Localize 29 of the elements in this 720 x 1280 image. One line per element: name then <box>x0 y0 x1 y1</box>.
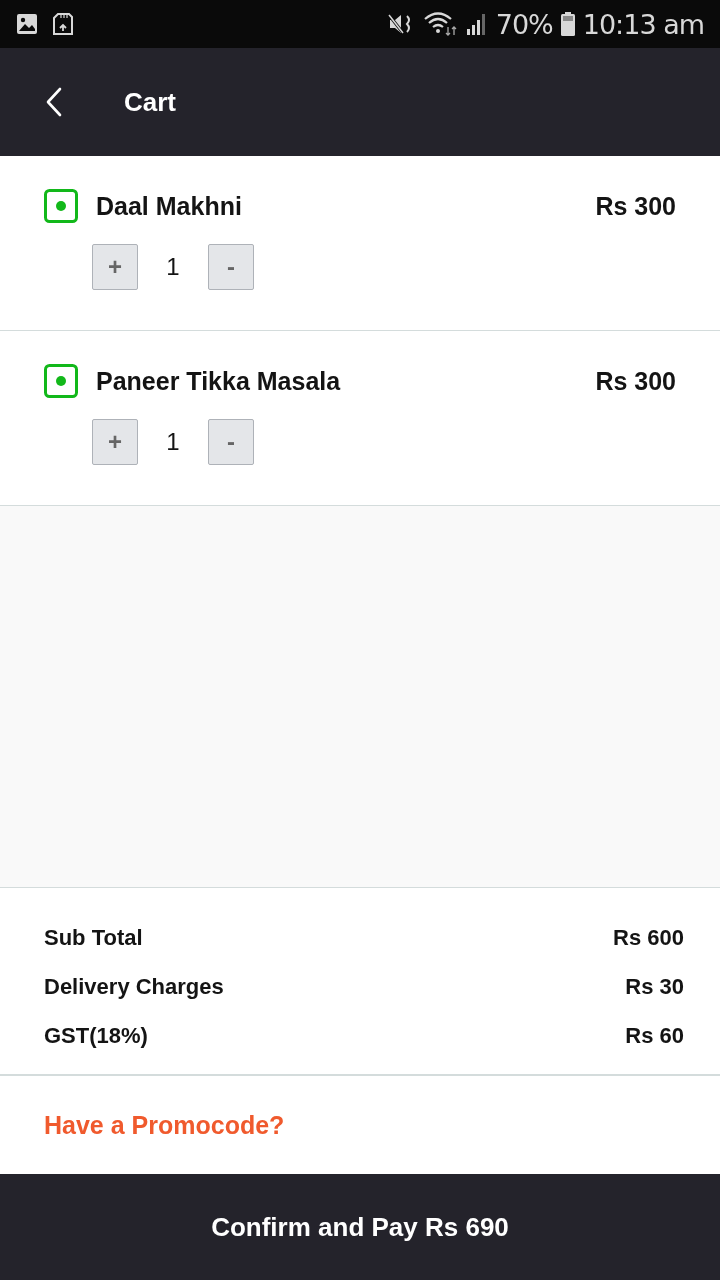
veg-mark-icon <box>44 189 78 223</box>
wifi-icon <box>423 11 458 37</box>
screen-title: Cart <box>124 86 176 118</box>
battery-icon <box>560 12 575 36</box>
summary-label: Sub Total <box>44 925 143 951</box>
screenshot-icon <box>52 12 74 36</box>
item-name: Daal Makhni <box>96 191 243 221</box>
item-name: Paneer Tikka Masala <box>96 366 342 396</box>
item-price: Rs 300 <box>595 191 676 221</box>
increase-button[interactable]: + <box>92 244 138 290</box>
summary-value: Rs 60 <box>625 1023 684 1049</box>
signal-icon <box>465 12 488 36</box>
decrease-button[interactable]: - <box>208 244 254 290</box>
battery-percent: 70% <box>495 8 553 40</box>
summary-value: Rs 30 <box>625 974 684 1000</box>
quantity-value: 1 <box>165 428 181 456</box>
clock-time: 10:13 am <box>582 8 704 40</box>
summary-value: Rs 600 <box>613 925 684 951</box>
back-chevron-icon <box>46 87 62 117</box>
promocode-link[interactable]: Have a Promocode? <box>44 1110 285 1140</box>
quantity-value: 1 <box>165 253 181 281</box>
image-icon <box>16 13 38 35</box>
confirm-pay-button[interactable]: Confirm and Pay Rs 690 <box>0 1174 720 1280</box>
summary-label: Delivery Charges <box>44 974 224 1000</box>
veg-mark-icon <box>44 364 78 398</box>
increase-button[interactable]: + <box>92 419 138 465</box>
summary-label: GST(18%) <box>44 1023 148 1049</box>
decrease-button[interactable]: - <box>208 419 254 465</box>
item-price: Rs 300 <box>595 366 676 396</box>
